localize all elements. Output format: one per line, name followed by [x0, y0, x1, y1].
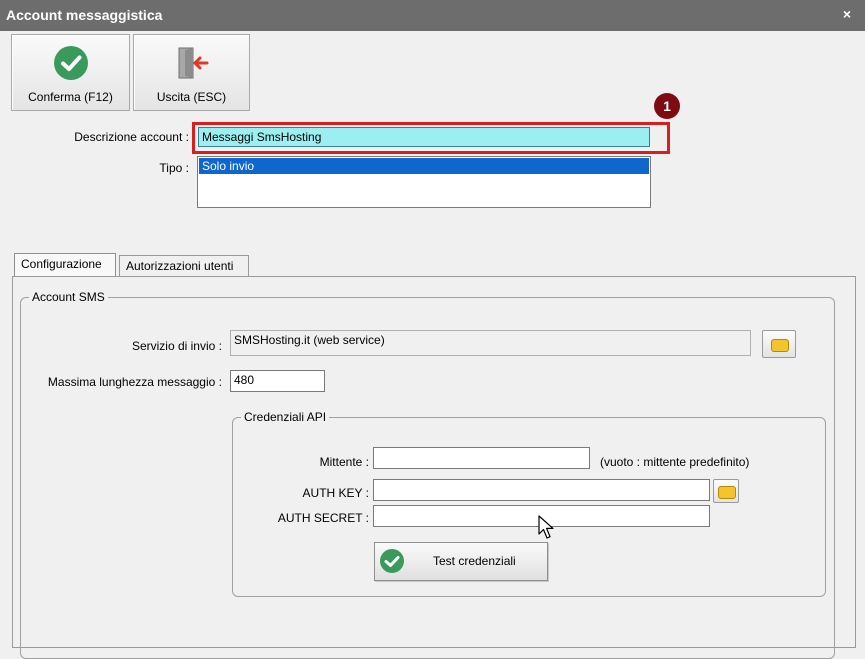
annotation-badge: 1	[654, 93, 680, 119]
test-credenziali-label: Test credenziali	[433, 554, 516, 568]
mittente-hint: (vuoto : mittente predefinito)	[600, 455, 750, 469]
confirm-button-label: Conferma (F12)	[28, 90, 113, 104]
auth-key-label: AUTH KEY :	[302, 486, 369, 500]
tipo-label: Tipo :	[159, 161, 189, 175]
account-sms-group: Account SMS Servizio di invio : SMSHosti…	[20, 290, 835, 659]
window-client: Conferma (F12) Uscita (ESC) Descrizione …	[0, 31, 865, 659]
exit-button-label: Uscita (ESC)	[156, 90, 227, 104]
tipo-selected-item[interactable]: Solo invio	[199, 158, 649, 174]
mittente-input[interactable]	[373, 447, 590, 469]
tipo-listbox[interactable]: Solo invio	[197, 156, 651, 208]
servizio-browse-button[interactable]	[762, 330, 796, 358]
check-icon	[380, 549, 404, 573]
mittente-label: Mittente :	[319, 455, 369, 469]
folder-icon	[718, 486, 736, 499]
test-credenziali-button[interactable]: Test credenziali	[374, 542, 548, 581]
servizio-field: SMSHosting.it (web service)	[230, 330, 751, 356]
account-sms-legend: Account SMS	[29, 290, 108, 304]
auth-key-input[interactable]	[373, 479, 710, 501]
tab-panel-configurazione: Account SMS Servizio di invio : SMSHosti…	[12, 276, 856, 659]
close-icon[interactable]: ×	[843, 6, 851, 22]
tab-configurazione[interactable]: Configurazione	[14, 253, 116, 277]
lunghezza-label: Massima lunghezza messaggio :	[47, 375, 222, 389]
title-bar: Account messaggistica ×	[0, 0, 865, 31]
credenziali-legend: Credenziali API	[241, 410, 330, 424]
tab-autorizzazioni-utenti[interactable]: Autorizzazioni utenti	[119, 255, 249, 277]
exit-door-icon	[178, 47, 208, 79]
mouse-pointer-icon	[538, 515, 554, 539]
window-title: Account messaggistica	[6, 7, 163, 23]
lunghezza-input[interactable]: 480	[230, 370, 325, 392]
check-icon	[53, 46, 88, 80]
descrizione-input[interactable]: Messaggi SmsHosting	[198, 127, 650, 147]
folder-icon	[771, 339, 789, 352]
descrizione-label: Descrizione account :	[74, 130, 189, 144]
auth-key-browse-button[interactable]	[713, 479, 739, 503]
credenziali-group: Credenziali API Mittente : (vuoto : mitt…	[232, 410, 826, 597]
exit-button[interactable]: Uscita (ESC)	[133, 34, 250, 111]
auth-secret-label: AUTH SECRET :	[277, 511, 369, 525]
confirm-button[interactable]: Conferma (F12)	[11, 34, 130, 111]
servizio-label: Servizio di invio :	[131, 339, 222, 353]
